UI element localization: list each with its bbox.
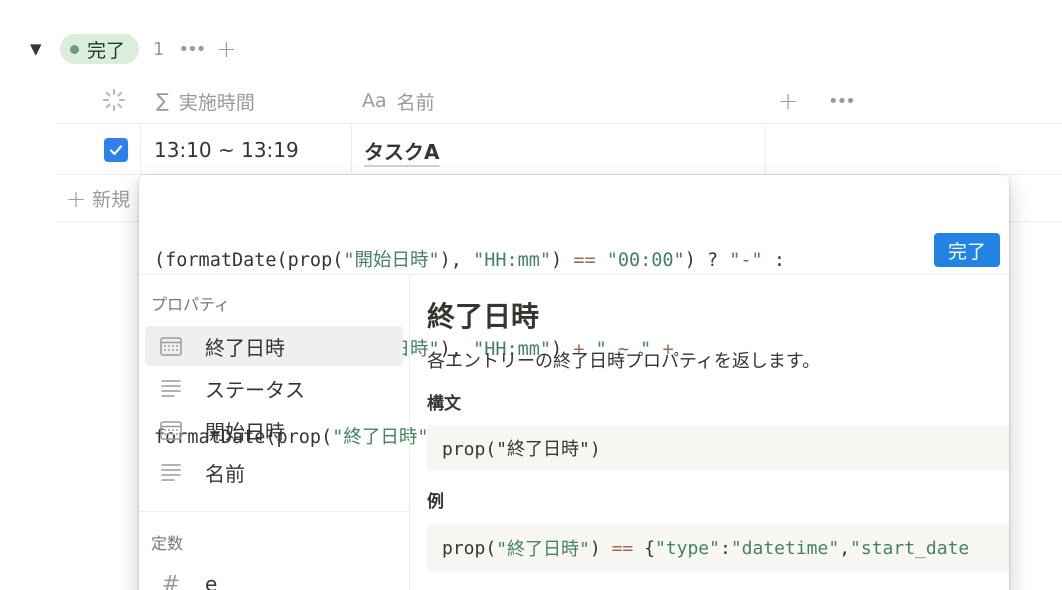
code-token-str: "datetime" <box>730 537 840 559</box>
cell-divider <box>140 125 141 175</box>
formula-line: (formatDate(prop("開始日時"), "HH:mm") == "0… <box>154 246 934 276</box>
constant-item[interactable]: # e <box>145 564 403 590</box>
example-code-block: prop("終了日時") == {"type": "datetime", "star… <box>427 525 1009 571</box>
property-item[interactable]: 名前 <box>145 452 403 492</box>
code-token-str: "-" <box>729 250 763 271</box>
table-header: ∑ 実施時間 Aa 名前 + ••• <box>56 78 1062 124</box>
code-token-plain: ) <box>589 537 612 559</box>
code-token-plain: prop( <box>442 537 497 559</box>
group-more-icon[interactable]: ••• <box>178 39 206 60</box>
status-badge[interactable]: 完了 <box>60 34 140 64</box>
column-header-name[interactable]: Aa 名前 <box>362 78 435 124</box>
calendar-icon <box>159 334 183 358</box>
code-token-str: "HH:mm" <box>473 250 552 271</box>
code-token-plain: { <box>633 537 655 559</box>
group-add-icon[interactable]: + <box>216 35 236 63</box>
status-dot-icon <box>70 44 79 54</box>
column-header-time[interactable]: ∑ 実施時間 <box>156 78 255 124</box>
code-token-op: == <box>573 250 596 271</box>
code-token-str: "00:00" <box>606 250 685 271</box>
property-item[interactable]: 開始日時 <box>145 410 403 450</box>
code-token-plain: (formatDate(prop( <box>154 250 344 271</box>
property-label: 開始日時 <box>205 419 285 444</box>
syntax-code-block: prop("終了日時") <box>427 425 1009 471</box>
property-item[interactable]: 終了日時 <box>145 326 403 366</box>
code-token-plain: ) ? <box>684 250 730 271</box>
new-row-label: 新規 <box>92 189 131 211</box>
property-label: ステータス <box>205 377 305 402</box>
code-token-plain: , <box>839 537 851 559</box>
sigma-icon: ∑ <box>156 90 169 112</box>
text-lines-icon <box>159 376 183 400</box>
code-token-str: "終了日時" <box>496 539 590 560</box>
doc-title: 終了日時 <box>427 300 540 333</box>
property-label: 終了日時 <box>205 335 285 360</box>
property-item[interactable]: ステータス <box>145 368 403 408</box>
syntax-heading: 構文 <box>427 394 461 414</box>
table-row[interactable]: 13:10 ~ 13:19 タスクA <box>56 125 1062 175</box>
add-column-icon[interactable]: + <box>778 78 798 124</box>
done-button[interactable]: 完了 <box>934 233 1000 267</box>
code-token-str: "type" <box>654 537 720 559</box>
loading-spinner-icon <box>103 89 125 111</box>
code-token-str: "start_date <box>850 537 970 559</box>
property-label: 名前 <box>205 461 245 486</box>
formula-editor-popup: (formatDate(prop("開始日時"), "HH:mm") == "0… <box>139 175 1009 590</box>
constant-label: e <box>205 572 218 590</box>
calendar-icon <box>159 418 183 442</box>
example-heading: 例 <box>427 492 444 512</box>
function-list-panel: プロパティ 終了日時 ステータス 開始日時 名前 定数 # e <box>139 275 410 590</box>
function-doc-panel: 終了日時 各エントリーの終了日時プロパティを返します。 構文 prop("終了日… <box>411 275 1009 590</box>
plus-icon: + <box>66 184 87 213</box>
column-label: 名前 <box>396 91 435 114</box>
section-label-properties: プロパティ <box>151 295 231 314</box>
hash-icon: # <box>161 571 181 590</box>
code-token-plain: ) <box>551 250 574 271</box>
code-token-plain: : <box>719 537 731 559</box>
row-checkbox[interactable] <box>104 138 128 162</box>
group-toggle[interactable]: ▼ <box>30 40 46 58</box>
code-token-plain: prop("終了日時") <box>442 439 601 460</box>
code-token-op: == <box>611 537 634 559</box>
column-label: 実施時間 <box>178 91 255 114</box>
divider <box>139 511 410 512</box>
section-label-constants: 定数 <box>151 534 184 553</box>
status-label: 完了 <box>87 39 126 62</box>
code-token-str: "開始日時" <box>343 250 440 271</box>
text-aa-icon: Aa <box>362 90 387 112</box>
cell-time[interactable]: 13:10 ~ 13:19 <box>154 125 299 175</box>
code-token-plain: : <box>762 250 785 271</box>
cell-divider <box>765 125 766 175</box>
doc-description: 各エントリーの終了日時プロパティを返します。 <box>427 351 821 372</box>
text-lines-icon <box>159 460 183 484</box>
checkmark-icon <box>109 145 123 156</box>
cell-divider <box>351 125 352 175</box>
code-token-plain: ), <box>439 250 474 271</box>
column-more-icon[interactable]: ••• <box>828 78 856 124</box>
group-header: ▼ 完了 1 ••• + <box>30 32 236 66</box>
cell-name[interactable]: タスクA <box>364 125 439 175</box>
group-count: 1 <box>153 38 165 60</box>
